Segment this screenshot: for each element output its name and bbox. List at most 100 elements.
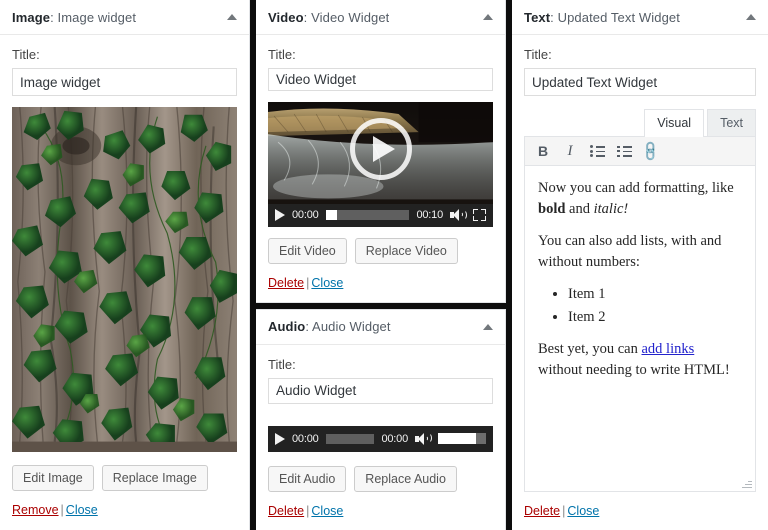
chevron-up-icon[interactable] [227, 14, 237, 20]
replace-video-button[interactable]: Replace Video [355, 238, 458, 264]
chevron-up-icon[interactable] [746, 14, 756, 20]
video-title-input[interactable] [268, 68, 493, 91]
audio-widget-body: Title: 00:00 00:00 Edit A [256, 345, 505, 530]
audio-current-time: 00:00 [292, 433, 319, 445]
remove-link[interactable]: Remove [12, 503, 59, 517]
video-widget-buttons: Edit Video Replace Video [268, 238, 493, 264]
audio-widget-type-label: Audio [268, 319, 305, 334]
volume-slider[interactable] [438, 433, 486, 444]
image-widget-header[interactable]: Image: Image widget [0, 0, 249, 35]
edit-audio-button[interactable]: Edit Audio [268, 466, 346, 492]
add-links-anchor[interactable]: add links [642, 341, 695, 357]
close-link[interactable]: Close [66, 503, 98, 517]
editor-p3-text-b: without needing to write HTML! [538, 362, 730, 378]
list-item: Item 2 [568, 307, 742, 328]
editor-content-area[interactable]: Now you can add formatting, like bold an… [524, 166, 756, 492]
edit-image-button[interactable]: Edit Image [12, 465, 94, 491]
video-widget-header-title: Video: Video Widget [268, 10, 389, 25]
audio-widget-links: Delete|Close [268, 504, 493, 518]
editor-p1-text-a: Now you can add formatting, like [538, 180, 734, 196]
editor-toolbar: B I 🔗 [524, 136, 756, 166]
chevron-up-icon[interactable] [483, 324, 493, 330]
editor-paragraph-2: You can also add lists, with and without… [538, 231, 742, 272]
video-widget-header-sep: : [304, 10, 311, 25]
editor-paragraph-1: Now you can add formatting, like bold an… [538, 178, 742, 219]
bulleted-list-icon[interactable] [585, 139, 609, 163]
audio-title-input[interactable] [268, 378, 493, 404]
fullscreen-icon[interactable] [473, 209, 486, 221]
link-icon[interactable]: 🔗 [639, 139, 663, 163]
editor-list: Item 1 Item 2 [538, 284, 742, 327]
play-icon[interactable] [275, 433, 285, 445]
audio-widget-buttons: Edit Audio Replace Audio [268, 466, 493, 492]
close-link[interactable]: Close [567, 504, 599, 518]
image-widget-panel: Image: Image widget Title: [0, 0, 250, 530]
audio-title-label: Title: [268, 357, 493, 372]
image-widget-header-name: Image widget [58, 10, 137, 25]
speaker-wave-2 [425, 433, 432, 443]
editor-p1-italic: italic! [594, 201, 629, 217]
text-widget-body: Title: Visual Text B I 🔗 [512, 35, 768, 530]
video-widget-header[interactable]: Video: Video Widget [256, 0, 505, 35]
column-text: Text: Updated Text Widget Title: Visual … [512, 0, 768, 530]
audio-duration: 00:00 [381, 433, 408, 445]
video-duration: 00:10 [416, 209, 443, 221]
edit-video-button[interactable]: Edit Video [268, 238, 347, 264]
replace-audio-button[interactable]: Replace Audio [354, 466, 457, 492]
image-widget-preview[interactable] [12, 107, 237, 452]
delete-link[interactable]: Delete [268, 504, 304, 518]
image-widget-buttons: Edit Image Replace Image [12, 465, 237, 491]
image-title-label: Title: [12, 47, 237, 62]
speaker-icon[interactable] [450, 208, 466, 222]
text-widget-header-title: Text: Updated Text Widget [524, 10, 680, 25]
image-widget-type-label: Image [12, 10, 50, 25]
play-circle-icon[interactable] [350, 118, 412, 180]
text-title-input[interactable] [524, 68, 756, 96]
video-current-time: 00:00 [292, 209, 319, 221]
tab-visual[interactable]: Visual [644, 109, 704, 137]
video-progress-slider[interactable] [326, 210, 410, 220]
column-video-audio: Video: Video Widget Title: [256, 0, 506, 530]
text-widget-header[interactable]: Text: Updated Text Widget [512, 0, 768, 35]
speaker-cone [453, 209, 459, 221]
video-widget-links: Delete|Close [268, 276, 493, 290]
close-link[interactable]: Close [311, 504, 343, 518]
play-icon[interactable] [275, 209, 285, 221]
widgets-screen: Image: Image widget Title: [0, 0, 768, 530]
list-item: Item 1 [568, 284, 742, 305]
image-title-input[interactable] [12, 68, 237, 96]
image-widget-header-title: Image: Image widget [12, 10, 136, 25]
tab-text[interactable]: Text [707, 109, 756, 136]
audio-progress-slider[interactable] [326, 434, 375, 444]
italic-icon[interactable]: I [558, 139, 582, 163]
video-widget-header-name: Video Widget [311, 10, 389, 25]
editor-p3-text-a: Best yet, you can [538, 341, 642, 357]
delete-link[interactable]: Delete [268, 276, 304, 290]
image-widget-links: Remove|Close [12, 503, 237, 517]
audio-widget-header[interactable]: Audio: Audio Widget [256, 310, 505, 345]
editor-p1-bold: bold [538, 201, 565, 217]
video-widget-body: Title: [256, 35, 505, 302]
column-image: Image: Image widget Title: [0, 0, 250, 530]
speaker-icon[interactable] [415, 432, 431, 446]
video-widget-preview[interactable] [268, 102, 493, 204]
video-progress-knob[interactable] [326, 210, 337, 220]
delete-link[interactable]: Delete [524, 504, 560, 518]
image-link-separator: | [59, 503, 66, 517]
bold-icon[interactable]: B [531, 139, 555, 163]
audio-controls-bar: 00:00 00:00 [268, 426, 493, 452]
image-widget-header-sep: : [50, 10, 57, 25]
close-link[interactable]: Close [311, 276, 343, 290]
video-widget-panel: Video: Video Widget Title: [256, 0, 506, 303]
numbered-list-icon[interactable] [612, 139, 636, 163]
editor-tabs: Visual Text [524, 109, 756, 136]
audio-widget-panel: Audio: Audio Widget Title: 00:00 00:00 [256, 309, 506, 530]
ivy-bark-image [12, 107, 237, 442]
resize-grip-icon[interactable] [742, 478, 752, 488]
image-widget-body: Title: [0, 35, 249, 530]
editor-paragraph-3: Best yet, you can add links without need… [538, 339, 742, 380]
replace-image-button[interactable]: Replace Image [102, 465, 208, 491]
video-controls-bar: 00:00 00:10 [268, 204, 493, 227]
chevron-up-icon[interactable] [483, 14, 493, 20]
audio-widget-header-name: Audio Widget [312, 319, 391, 334]
